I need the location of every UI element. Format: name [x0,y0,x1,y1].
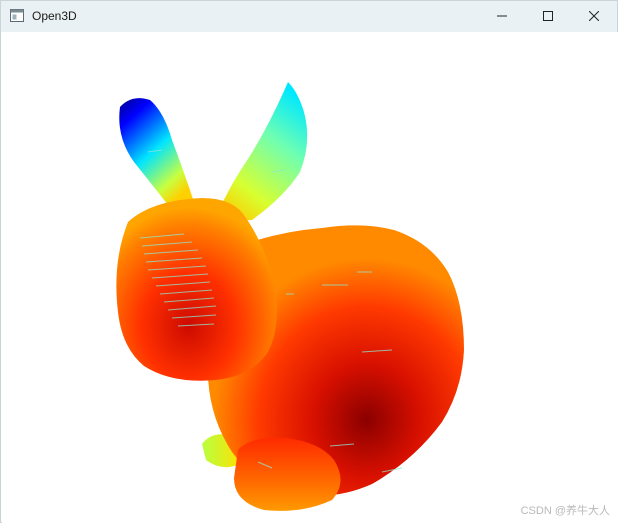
close-icon [588,8,600,26]
watermark-text: CSDN @养牛大人 [520,505,610,517]
bunny-left-ear [119,98,194,210]
3d-viewport[interactable]: CSDN @养牛大人 [2,32,618,523]
app-window-icon [10,9,24,22]
close-button[interactable] [571,1,617,32]
maximize-icon [543,8,553,26]
window-title: Open3D [32,9,77,23]
maximize-button[interactable] [525,1,571,32]
open3d-window: Open3D CSDN @养牛大人 [0,0,618,523]
bunny-head [116,198,277,381]
bunny-right-ear [214,82,308,222]
title-bar[interactable]: Open3D [1,1,617,32]
minimize-button[interactable] [479,1,525,32]
point-cloud-render [116,82,464,511]
minimize-icon [497,8,507,26]
